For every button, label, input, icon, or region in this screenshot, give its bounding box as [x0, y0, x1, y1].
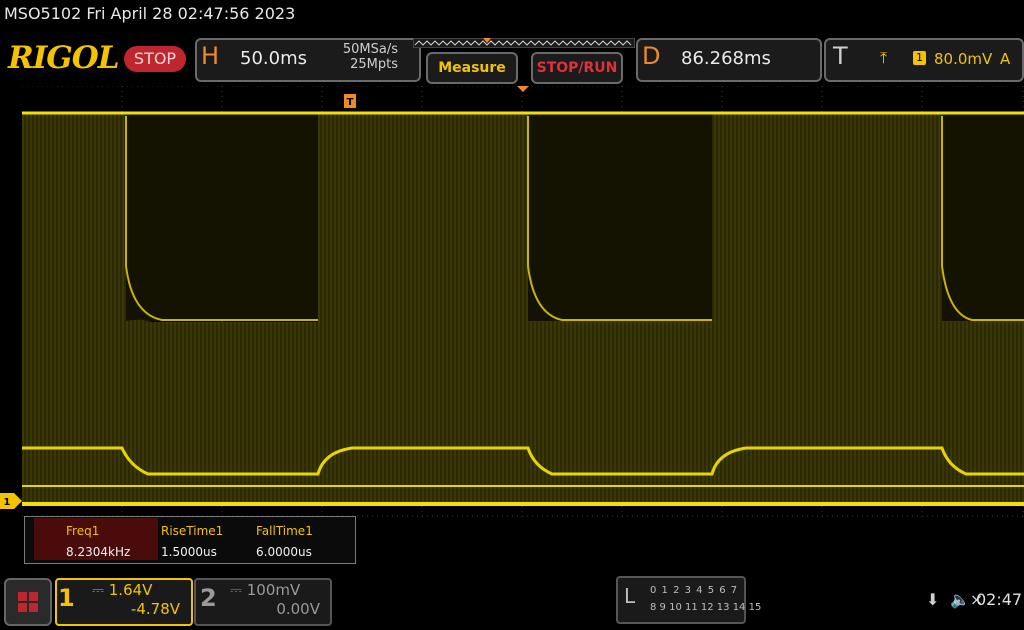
channel2-scale-value: 100mV: [246, 581, 301, 599]
channel1-scale: ⎓ 1.64V: [92, 581, 152, 599]
memory-depth: 25Mpts: [350, 57, 398, 72]
ch1-ground-marker[interactable]: 1: [0, 493, 22, 509]
channel1-offset: -4.78V: [130, 600, 180, 618]
stop-run-button[interactable]: STOP/RUN: [531, 52, 623, 84]
menu-grid-icon: [18, 592, 38, 612]
main-menu-button[interactable]: [4, 578, 52, 626]
measurement-name: Freq1: [66, 524, 100, 538]
measurement-value: 8.2304kHz: [66, 545, 131, 559]
trigger-position-marker[interactable]: T: [344, 94, 356, 108]
measurement-name: FallTime1: [256, 524, 313, 538]
sample-rate-info: 50MSa/s 25Mpts: [300, 42, 398, 72]
svg-text:1: 1: [4, 497, 11, 508]
trigger-source-badge: 1: [913, 51, 926, 65]
usb-icon: ⬇: [926, 590, 940, 609]
dc-coupling-icon: ⎓: [230, 581, 242, 599]
channel1-number: 1: [58, 584, 75, 612]
clock: 02:47: [976, 590, 1023, 609]
measure-button[interactable]: Measure: [426, 52, 518, 84]
trigger-level: 80.0mV: [934, 50, 993, 68]
logic-channels-row2: 8 9 10 11 12 13 14 15: [650, 602, 762, 613]
waveform-position-strip: [413, 38, 635, 48]
channel2-scale: ⎓ 100mV: [230, 581, 300, 599]
measurement-value: 1.5000us: [161, 545, 217, 559]
rigol-logo: RIGOL: [8, 40, 120, 76]
ch1-waveform: [22, 111, 1024, 506]
logic-analyzer-letter: L: [624, 584, 636, 608]
rising-edge-icon: ⤒: [880, 48, 888, 67]
channel2-offset: 0.00V: [276, 600, 320, 618]
horizontal-letter: H: [201, 42, 220, 70]
logic-channels-row1: 0 1 2 3 4 5 6 7: [650, 585, 739, 596]
svg-text:T: T: [347, 97, 354, 108]
trigger-mode: A: [1000, 50, 1011, 68]
run-state-badge[interactable]: STOP: [124, 46, 186, 72]
delay-letter: D: [642, 42, 661, 70]
measurement-name: RiseTime1: [161, 524, 224, 538]
waveform-display[interactable]: T: [22, 86, 1024, 517]
channel2-number: 2: [200, 584, 217, 612]
channel1-scale-value: 1.64V: [108, 581, 153, 599]
sample-rate: 50MSa/s: [342, 42, 398, 57]
measurement-value: 6.0000us: [256, 545, 312, 559]
logic-analyzer-panel[interactable]: [616, 576, 746, 624]
dc-coupling-icon: ⎓: [92, 581, 104, 599]
timebase-value: 50.0ms: [240, 48, 307, 69]
trigger-letter: T: [833, 42, 848, 70]
status-line: MSO5102 Fri April 28 02:47:56 2023: [4, 4, 296, 23]
delay-value: 86.268ms: [681, 48, 771, 69]
